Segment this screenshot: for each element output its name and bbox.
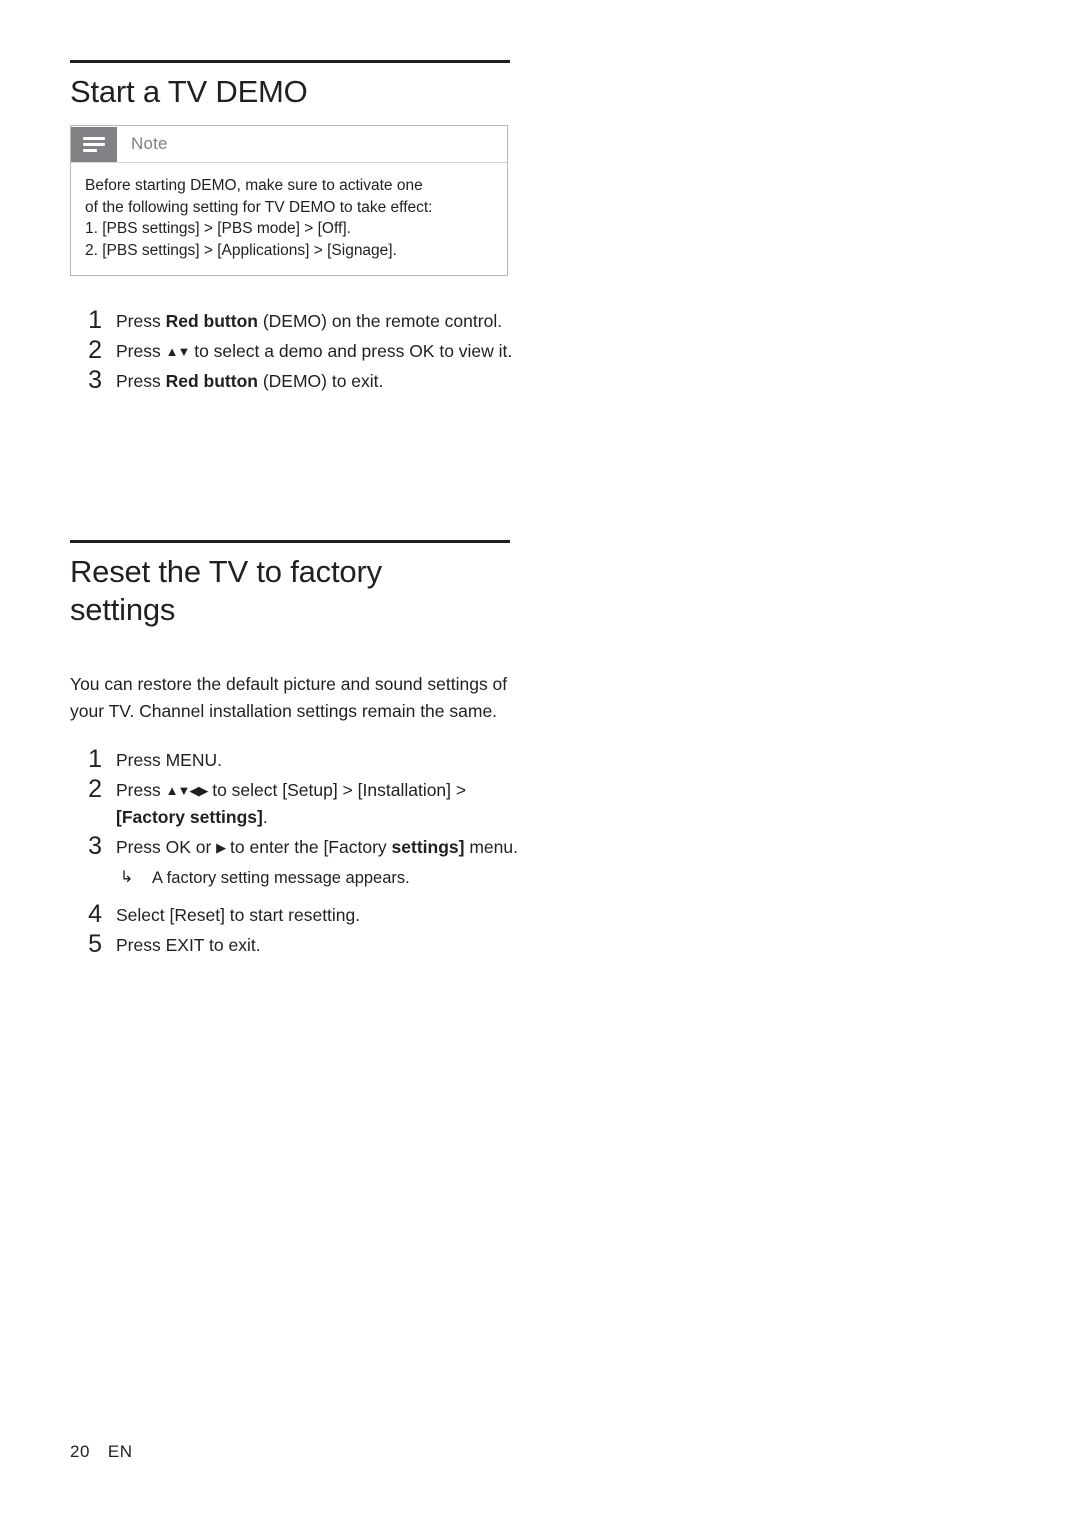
note-body: Before starting DEMO, make sure to activ… xyxy=(71,163,507,275)
list-item: 4 Select [Reset] to start resetting. xyxy=(70,900,520,929)
note-label: Note xyxy=(131,134,168,153)
section-factory-reset: Reset the TV to factory settings You can… xyxy=(70,540,520,962)
step-text: Press ▲▼◀▶ to select [Setup] > [Installa… xyxy=(116,780,467,827)
section-title: Reset the TV to factory settings xyxy=(70,554,382,627)
step-text: Press OK or ▶ to enter the [Factory sett… xyxy=(116,837,518,857)
note-line-4: 2. [PBS settings] > [Applications] > [Si… xyxy=(85,241,397,259)
demo-steps-list: 1 Press Red button (DEMO) on the remote … xyxy=(70,306,520,395)
step-text: Press Red button (DEMO) to exit. xyxy=(116,371,384,391)
reset-steps-list: 1 Press MENU. 2 Press ▲▼◀▶ to select [Se… xyxy=(70,745,520,959)
step-number: 5 xyxy=(88,930,102,958)
note-line-3: 1. [PBS settings] > [PBS mode] > [Off]. xyxy=(85,220,351,237)
note-line-2: of the following setting for TV DEMO to … xyxy=(85,198,433,216)
step-number: 1 xyxy=(88,306,102,334)
step-number: 2 xyxy=(88,775,102,803)
document-page: Start a TV DEMO Note Before starting DEM… xyxy=(0,0,1080,1527)
section-rule xyxy=(70,540,510,543)
list-item: 1 Press MENU. xyxy=(70,745,520,774)
footer-language: EN xyxy=(107,1442,133,1461)
step-subnote-text: A factory setting message appears. xyxy=(152,869,410,887)
step-subnote: ↳ A factory setting message appears. xyxy=(116,866,520,890)
list-item: 5 Press EXIT to exit. xyxy=(70,930,520,959)
note-line-1: Before starting DEMO, make sure to activ… xyxy=(85,177,423,194)
note-lines-icon xyxy=(71,126,117,162)
section-start-demo: Start a TV DEMO Note Before starting DEM… xyxy=(70,60,520,398)
step-number: 4 xyxy=(88,900,102,928)
step-text: Press ▲▼ to select a demo and press OK t… xyxy=(116,341,513,361)
list-item: 2 Press ▲▼◀▶ to select [Setup] > [Instal… xyxy=(70,775,520,831)
page-title: Start a TV DEMO xyxy=(70,74,308,109)
list-item: 3 Press OK or ▶ to enter the [Factory se… xyxy=(70,832,520,890)
note-box: Note Before starting DEMO, make sure to … xyxy=(70,125,508,276)
step-number: 2 xyxy=(88,336,102,364)
step-number: 3 xyxy=(88,366,102,394)
step-text: Press MENU. xyxy=(116,750,222,770)
list-item: 1 Press Red button (DEMO) on the remote … xyxy=(70,306,520,335)
page-footer: 20 EN xyxy=(70,1442,133,1462)
step-number: 3 xyxy=(88,832,102,860)
list-item: 2 Press ▲▼ to select a demo and press OK… xyxy=(70,336,520,365)
sub-arrow-icon: ↳ xyxy=(120,869,134,886)
section-rule xyxy=(70,60,510,63)
note-header: Note xyxy=(71,126,507,163)
page-number: 20 xyxy=(70,1442,90,1461)
step-text: Select [Reset] to start resetting. xyxy=(116,905,361,925)
step-number: 1 xyxy=(88,745,102,773)
section-intro: You can restore the default picture and … xyxy=(70,674,508,721)
list-item: 3 Press Red button (DEMO) to exit. xyxy=(70,366,520,395)
step-text: Press EXIT to exit. xyxy=(116,935,261,955)
step-text: Press Red button (DEMO) on the remote co… xyxy=(116,311,503,331)
